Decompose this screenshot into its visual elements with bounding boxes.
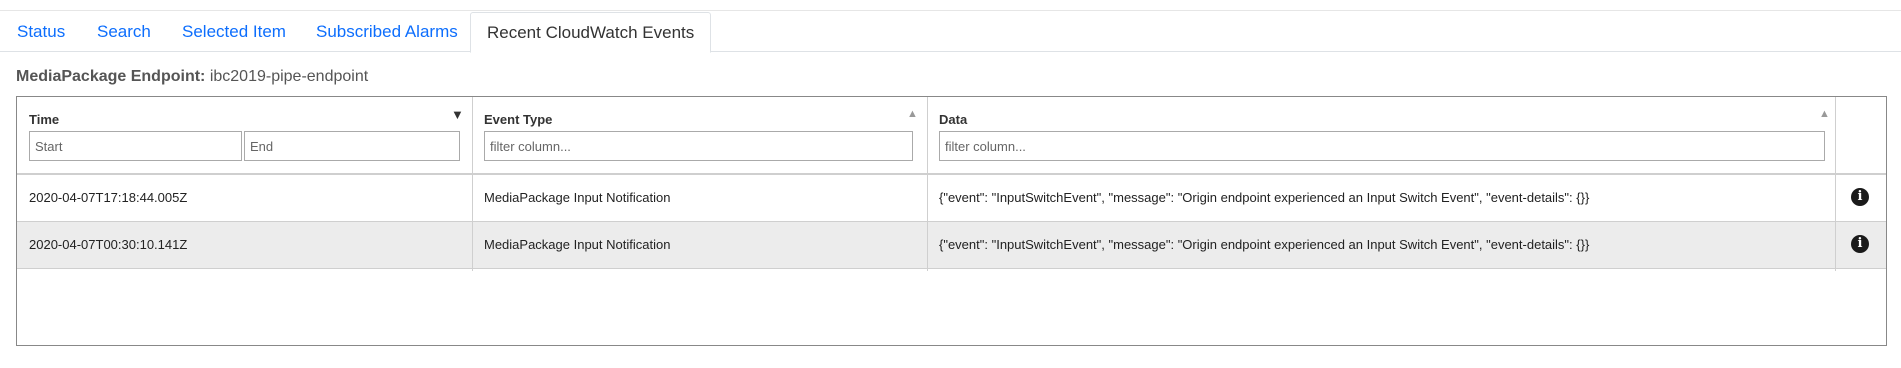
- heading-value: ibc2019-pipe-endpoint: [209, 68, 369, 85]
- events-table: Time ▼ Event Type ▲ Data ▲ 2020-04-07T17…: [16, 96, 1887, 346]
- cell-data: {"event": "InputSwitchEvent", "message":…: [939, 190, 1590, 205]
- column-divider[interactable]: [927, 97, 928, 271]
- column-divider[interactable]: [1835, 97, 1836, 271]
- column-header-event-type[interactable]: Event Type: [484, 112, 552, 127]
- tab-search[interactable]: Search: [97, 12, 151, 53]
- time-end-filter[interactable]: [244, 131, 460, 161]
- table-row[interactable]: 2020-04-07T17:18:44.005Z MediaPackage In…: [17, 175, 1886, 222]
- cell-data: {"event": "InputSwitchEvent", "message":…: [939, 237, 1590, 252]
- tab-subscribed-alarms[interactable]: Subscribed Alarms: [316, 12, 458, 53]
- column-divider[interactable]: [472, 97, 473, 271]
- info-circle-icon[interactable]: i: [1851, 188, 1869, 206]
- tab-selected-item[interactable]: Selected Item: [182, 12, 286, 53]
- column-header-time[interactable]: Time: [29, 112, 59, 127]
- caret-down-icon[interactable]: ▼: [451, 107, 464, 122]
- tab-bar: Status Search Selected Item Subscribed A…: [0, 12, 1901, 53]
- info-circle-icon[interactable]: i: [1851, 235, 1869, 253]
- tab-status[interactable]: Status: [17, 12, 65, 53]
- caret-up-icon[interactable]: ▲: [1819, 108, 1830, 120]
- event-type-filter[interactable]: [484, 131, 913, 161]
- cell-time: 2020-04-07T00:30:10.141Z: [29, 237, 188, 252]
- cell-time: 2020-04-07T17:18:44.005Z: [29, 190, 188, 205]
- time-start-filter[interactable]: [29, 131, 242, 161]
- page-heading: MediaPackage Endpoint: ibc2019-pipe-endp…: [16, 68, 368, 86]
- cell-event-type: MediaPackage Input Notification: [484, 190, 671, 205]
- heading-label: MediaPackage Endpoint:: [16, 68, 206, 85]
- data-filter[interactable]: [939, 131, 1825, 161]
- top-divider: [0, 10, 1901, 11]
- tab-recent-cloudwatch-events[interactable]: Recent CloudWatch Events: [470, 12, 712, 53]
- table-header: Time ▼ Event Type ▲ Data ▲: [17, 97, 1886, 175]
- table-row[interactable]: 2020-04-07T00:30:10.141Z MediaPackage In…: [17, 222, 1886, 269]
- cell-event-type: MediaPackage Input Notification: [484, 237, 671, 252]
- caret-up-icon[interactable]: ▲: [907, 108, 918, 120]
- column-header-data[interactable]: Data: [939, 112, 967, 127]
